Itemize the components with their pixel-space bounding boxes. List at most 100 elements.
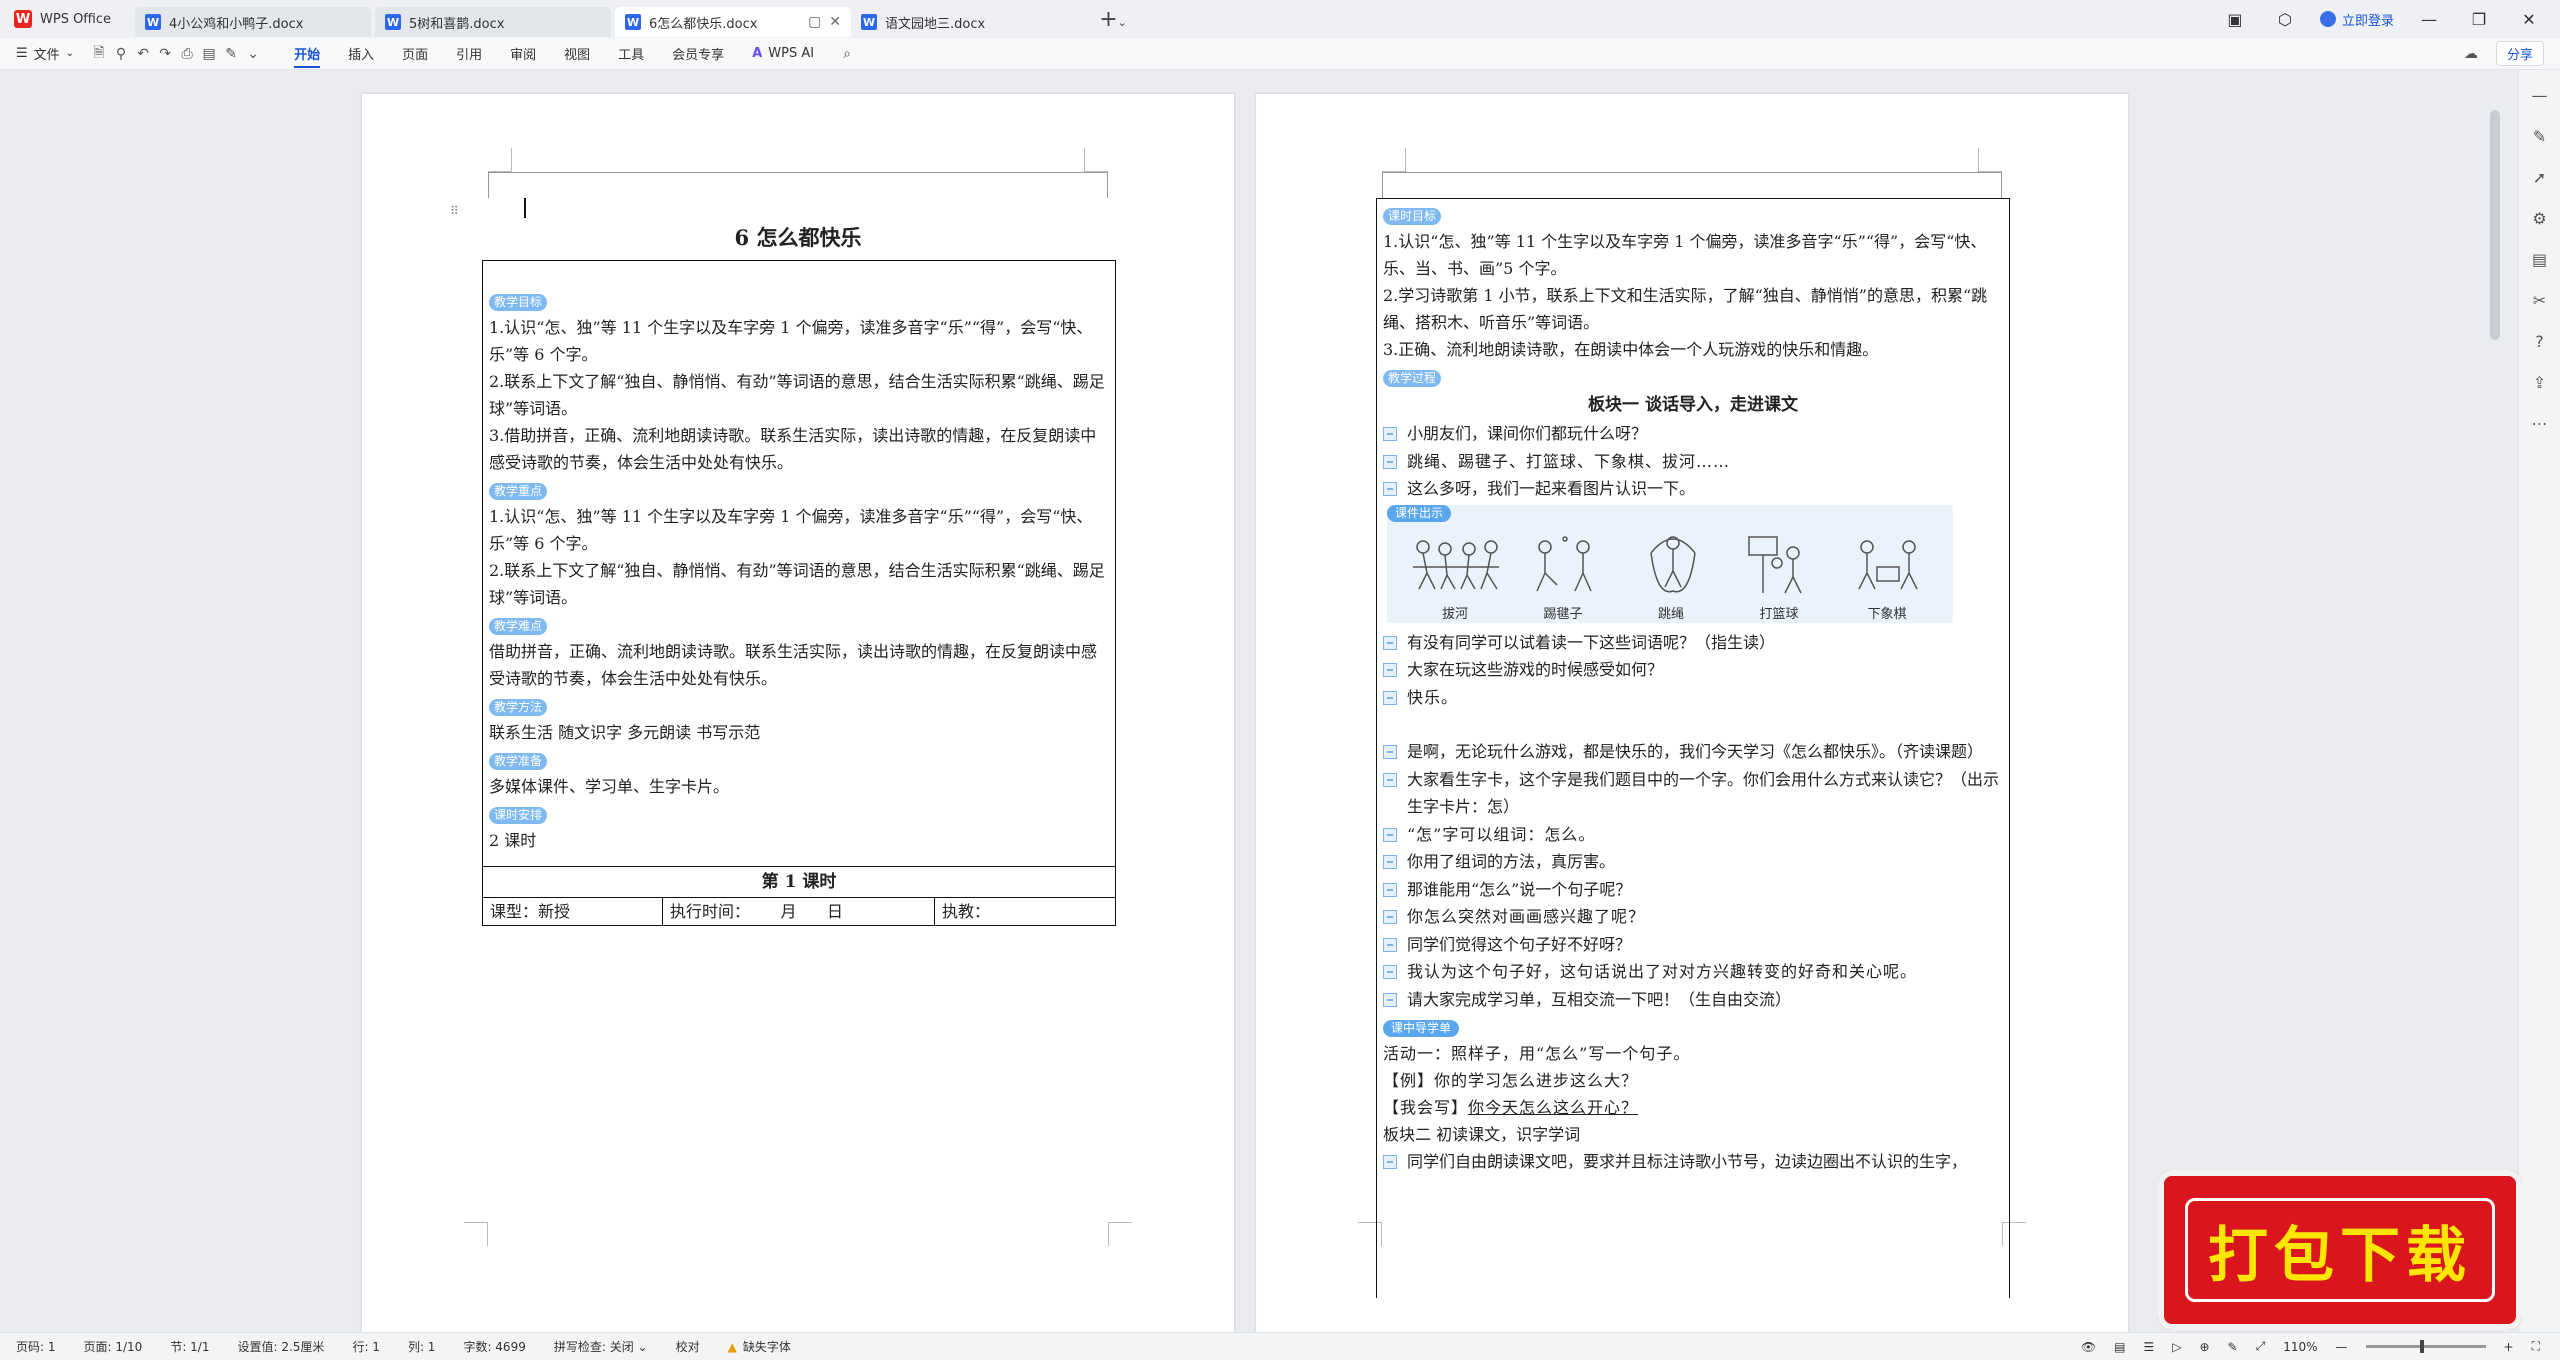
cloud-sync-icon[interactable]: ☁ [2460,46,2482,62]
fullscreen-icon[interactable]: ⛶ [2532,1339,2540,1354]
more-icon[interactable]: ⋯ [2532,414,2548,433]
section-tag: 教学难点 [489,618,548,635]
tab-wps-ai[interactable]: A WPS AI [738,38,828,70]
window-layout-icon[interactable]: ▣ [2220,10,2250,29]
chevron-down-icon: ⌄ [637,1340,648,1354]
adjust-icon[interactable]: ⚙ [2532,209,2546,228]
paragraph: 1.认识“怎、独”等 11 个生字以及车字旁 1 个偏旁，读准多音字“乐”“得”… [489,507,1093,553]
status-spell-check[interactable]: 拼写检查: 关闭 ⌄ [554,1338,648,1355]
status-page-count[interactable]: 页面: 1/10 [84,1338,143,1355]
status-col[interactable]: 列: 1 [408,1338,436,1355]
page-title: 6 怎么都快乐 [734,225,862,250]
dialog-text: 你用了组词的方法，真厉害。 [1407,852,1616,871]
tab-member[interactable]: 会员专享 [658,38,738,70]
login-button[interactable]: 立即登录 [2319,10,2394,29]
cube-icon[interactable]: ⬡ [2270,10,2300,29]
tab-references[interactable]: 引用 [442,38,496,70]
format-icon[interactable]: ▤ [2532,250,2547,269]
web-view-icon[interactable]: ⊕ [2199,1340,2209,1354]
help-icon[interactable]: ? [2535,332,2544,351]
eye-icon[interactable]: 👁 [2081,1340,2096,1354]
dialog-line: 我认为这个句子好，这句话说出了对对方兴趣转变的好奇和关心呢。 [1383,958,2003,986]
teacher-icon [1383,745,1397,759]
export-pdf-icon[interactable]: ▤ [198,46,220,62]
paragraph: 1.认识“怎、独”等 11 个生字以及车字旁 1 个偏旁，读准多音字“乐”“得”… [1383,232,1987,278]
undo-icon[interactable]: ↶ [132,46,154,62]
zoom-in-icon[interactable]: + [2504,1340,2514,1354]
tab-view[interactable]: 视图 [550,38,604,70]
search-icon[interactable]: ⌕ [836,46,858,62]
format-painter-icon[interactable]: ✎ [220,46,242,62]
status-setting[interactable]: 设置值: 2.5厘米 [237,1338,324,1355]
tab-home[interactable]: 开始 [280,38,334,70]
doc-tab-1[interactable]: W 4小公鸡和小鸭子.docx [135,7,372,37]
pen-icon[interactable]: ✎ [2533,127,2546,146]
status-missing-font[interactable]: ▲ 缺失字体 [728,1338,791,1355]
empty-line [1383,711,2003,738]
tab-insert[interactable]: 插入 [334,38,388,70]
minimize-icon[interactable]: — [2414,10,2444,29]
lesson-plan-table: 教学目标 1.认识“怎、独”等 11 个生字以及车字旁 1 个偏旁，读准多音字“… [482,260,1116,926]
vertical-scrollbar[interactable] [2490,110,2500,340]
teacher-icon [1383,1155,1397,1169]
page-view-icon[interactable]: ▤ [2114,1340,2125,1354]
save-icon[interactable]: 🗎 [88,42,110,66]
edit-view-icon[interactable]: ✎ [2228,1340,2238,1354]
drag-handle-icon[interactable]: ⠿ [450,204,459,218]
zoom-level[interactable]: 110% [2283,1340,2317,1354]
print-icon[interactable]: ⎙ [176,46,198,62]
header-area [488,172,1108,198]
document-page-2[interactable]: 课时目标 1.认识“怎、独”等 11 个生字以及车字旁 1 个偏旁，读准多音字“… [1256,94,2128,1332]
doc-tab-3[interactable]: W 6怎么都快乐.docx ▢ ✕ [615,7,852,37]
word-doc-icon: W [625,14,642,30]
doc-tab-2[interactable]: W 5树和喜鹊.docx [375,7,612,37]
new-tab-button[interactable]: +⌄ [1093,7,1133,32]
zoom-slider-knob[interactable] [2419,1340,2424,1353]
restore-icon[interactable]: ❐ [2464,10,2494,29]
dialog-text: 我认为这个句子好，这句话说出了对对方兴趣转变的好奇和关心呢。 [1407,962,1918,981]
share-button[interactable]: 分享 [2495,41,2544,66]
status-section[interactable]: 节: 1/1 [170,1338,209,1355]
dialog-text: 有没有同学可以试着读一下这些词语呢？（指生读） [1407,632,1776,652]
share-panel-icon[interactable]: ⇪ [2533,373,2546,392]
fit-icon[interactable]: ⤢ [2256,1339,2266,1354]
section-preparation: 教学准备 多媒体课件、学习单、生字卡片。 [489,746,1109,800]
section-goals: 教学目标 1.认识“怎、独”等 11 个生字以及车字旁 1 个偏旁，读准多音字“… [489,287,1109,476]
tab-tools[interactable]: 工具 [604,38,658,70]
outline-view-icon[interactable]: ☰ [2143,1340,2154,1354]
play-icon[interactable]: ▷ [2172,1340,2181,1354]
pin-tab-icon[interactable]: ▢ [808,14,821,30]
zoom-slider[interactable] [2365,1340,2486,1353]
tab-bar: W WPS Office W 4小公鸡和小鸭子.docx W 5树和喜鹊.doc… [0,0,2560,38]
status-word-count[interactable]: 字数: 4699 [463,1338,525,1355]
dialog-line: 你用了组词的方法，真厉害。 [1383,848,2003,876]
doc-tab-4[interactable]: W 语文园地三.docx [851,7,1087,37]
more-quick-icon[interactable]: ⌄ [242,46,264,62]
section-difficulties: 教学难点 借助拼音，正确、流利地朗读诗歌。联系生活实际，读出诗歌的情趣，在反复朗… [489,611,1109,692]
tools-icon[interactable]: ✂ [2533,291,2546,310]
tab-review[interactable]: 审阅 [496,38,550,70]
lesson-process-table: 课时目标 1.认识“怎、独”等 11 个生字以及车字旁 1 个偏旁，读准多音字“… [1376,198,2010,1298]
file-menu[interactable]: ☰ 文件 ⌄ [0,44,88,63]
wps-ai-icon: A [752,46,763,61]
collapse-icon[interactable]: — [2532,86,2548,105]
download-promo-badge[interactable]: 打包下载 [2158,1170,2522,1330]
wps-home-tab[interactable]: W WPS Office [0,0,125,38]
doc-tab-title: 语文园地三.docx [885,16,986,32]
teacher-icon [1383,663,1397,677]
dialog-line: 这么多呀，我们一起来看图片认识一下。 [1383,475,2003,503]
redo-icon[interactable]: ↷ [154,46,176,62]
close-tab-icon[interactable]: ✕ [829,14,841,30]
tab-page[interactable]: 页面 [388,38,442,70]
section-tag: 教学方法 [489,699,548,716]
zoom-out-icon[interactable]: — [2336,1340,2348,1354]
student-icon [1383,827,1397,842]
section-tag: 教学准备 [489,753,548,770]
close-window-icon[interactable]: ✕ [2514,10,2544,29]
select-icon[interactable]: ➚ [2533,168,2546,187]
status-page-code[interactable]: 页码: 1 [16,1338,56,1355]
status-proofread[interactable]: 校对 [676,1338,700,1355]
search-replace-icon[interactable]: ⚲ [110,46,132,62]
status-row[interactable]: 行: 1 [352,1338,380,1355]
document-page-1[interactable]: ⠿ 6 怎么都快乐 教学目标 1.认识“怎、独”等 11 个生字以及车字旁 1 … [362,94,1234,1332]
